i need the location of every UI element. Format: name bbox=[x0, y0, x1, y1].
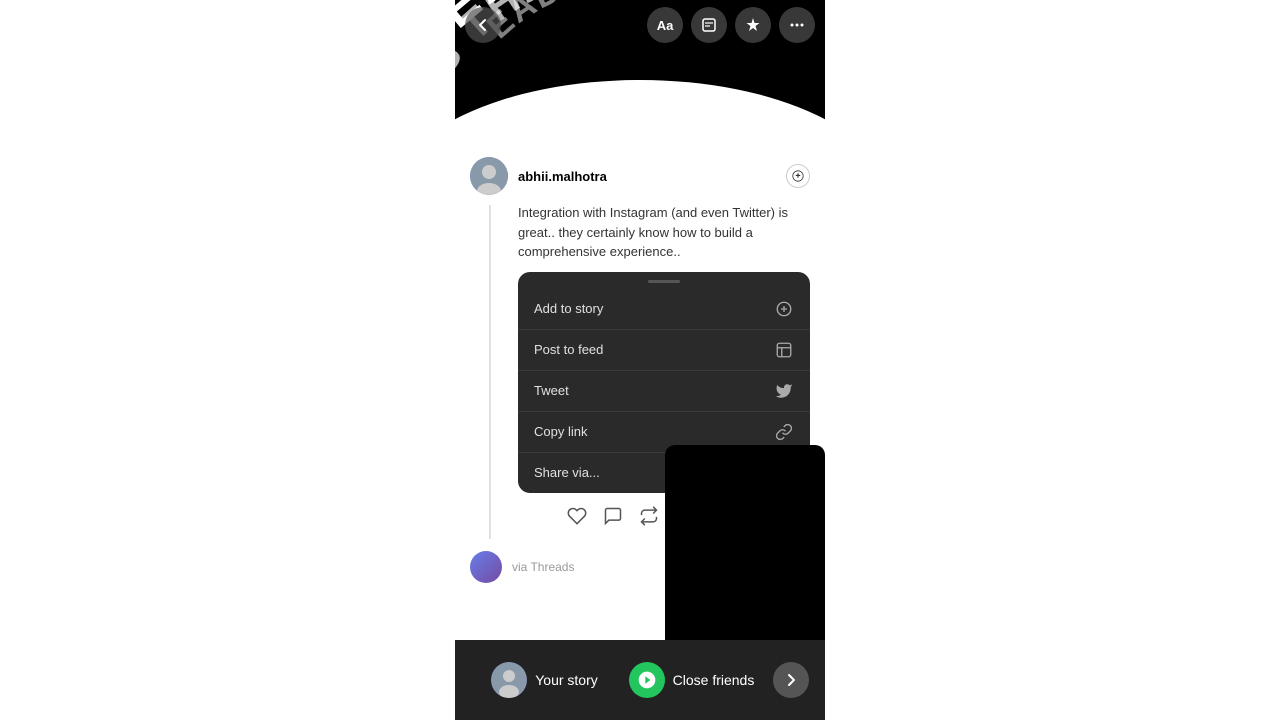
thread-line bbox=[489, 205, 491, 539]
caption-button[interactable] bbox=[691, 7, 727, 43]
action-icons bbox=[566, 505, 810, 527]
back-button[interactable] bbox=[465, 7, 501, 43]
repost-button[interactable] bbox=[638, 505, 660, 527]
user-avatar bbox=[470, 157, 508, 195]
your-story-avatar bbox=[491, 662, 527, 698]
add-story-icon bbox=[774, 299, 794, 319]
threads-badge bbox=[786, 164, 810, 188]
tweet-icon bbox=[774, 381, 794, 401]
share-menu: Add to story Post to feed Tweet bbox=[518, 272, 810, 493]
copy-link-icon bbox=[774, 422, 794, 442]
share-copy-link[interactable]: Copy link bbox=[518, 412, 810, 453]
tweet-label: Tweet bbox=[534, 383, 569, 398]
post-header: abhii.malhotra bbox=[470, 157, 810, 195]
bottom-bar: Your story Close friends bbox=[455, 640, 825, 720]
via-section: via Threads bbox=[455, 539, 825, 591]
share-tweet[interactable]: Tweet bbox=[518, 371, 810, 412]
copy-link-label: Copy link bbox=[534, 424, 587, 439]
username: abhii.malhotra bbox=[518, 169, 776, 184]
top-toolbar: Aa bbox=[455, 0, 825, 50]
comment-button[interactable] bbox=[602, 505, 624, 527]
svg-text:HREAD: HREAD bbox=[755, 632, 825, 640]
like-button[interactable] bbox=[566, 505, 588, 527]
share-post-feed[interactable]: Post to feed bbox=[518, 330, 810, 371]
close-friends-icon bbox=[629, 662, 665, 698]
more-button[interactable] bbox=[779, 7, 815, 43]
post-container: abhii.malhotra Integration with Instagra… bbox=[455, 145, 825, 539]
font-button[interactable]: Aa bbox=[647, 7, 683, 43]
close-friends-label: Close friends bbox=[673, 672, 755, 688]
menu-handle bbox=[648, 280, 680, 283]
svg-text:THREADS: THREADS bbox=[742, 596, 825, 640]
post-content: Integration with Instagram (and even Twi… bbox=[518, 203, 810, 527]
next-button[interactable] bbox=[773, 662, 809, 698]
reply-avatar bbox=[470, 551, 502, 583]
post-feed-icon bbox=[774, 340, 794, 360]
add-story-label: Add to story bbox=[534, 301, 603, 316]
phone-container: THREADS S THREADS EAD Aa bbox=[455, 0, 825, 720]
share-via-label: Share via... bbox=[534, 465, 600, 480]
your-story-label: Your story bbox=[535, 672, 598, 688]
close-friends-button[interactable]: Close friends bbox=[618, 662, 765, 698]
content-area: abhii.malhotra Integration with Instagra… bbox=[455, 145, 825, 640]
sticker-button[interactable] bbox=[735, 7, 771, 43]
bookmark-button[interactable] bbox=[674, 505, 696, 527]
toolbar-right: Aa bbox=[647, 7, 815, 43]
via-text: via Threads bbox=[512, 560, 574, 574]
post-feed-label: Post to feed bbox=[534, 342, 603, 357]
share-via-icon bbox=[774, 463, 794, 483]
your-story-button[interactable]: Your story bbox=[471, 662, 618, 698]
post-text: Integration with Instagram (and even Twi… bbox=[518, 203, 810, 262]
share-via[interactable]: Share via... bbox=[518, 453, 810, 493]
share-add-story[interactable]: Add to story bbox=[518, 289, 810, 330]
